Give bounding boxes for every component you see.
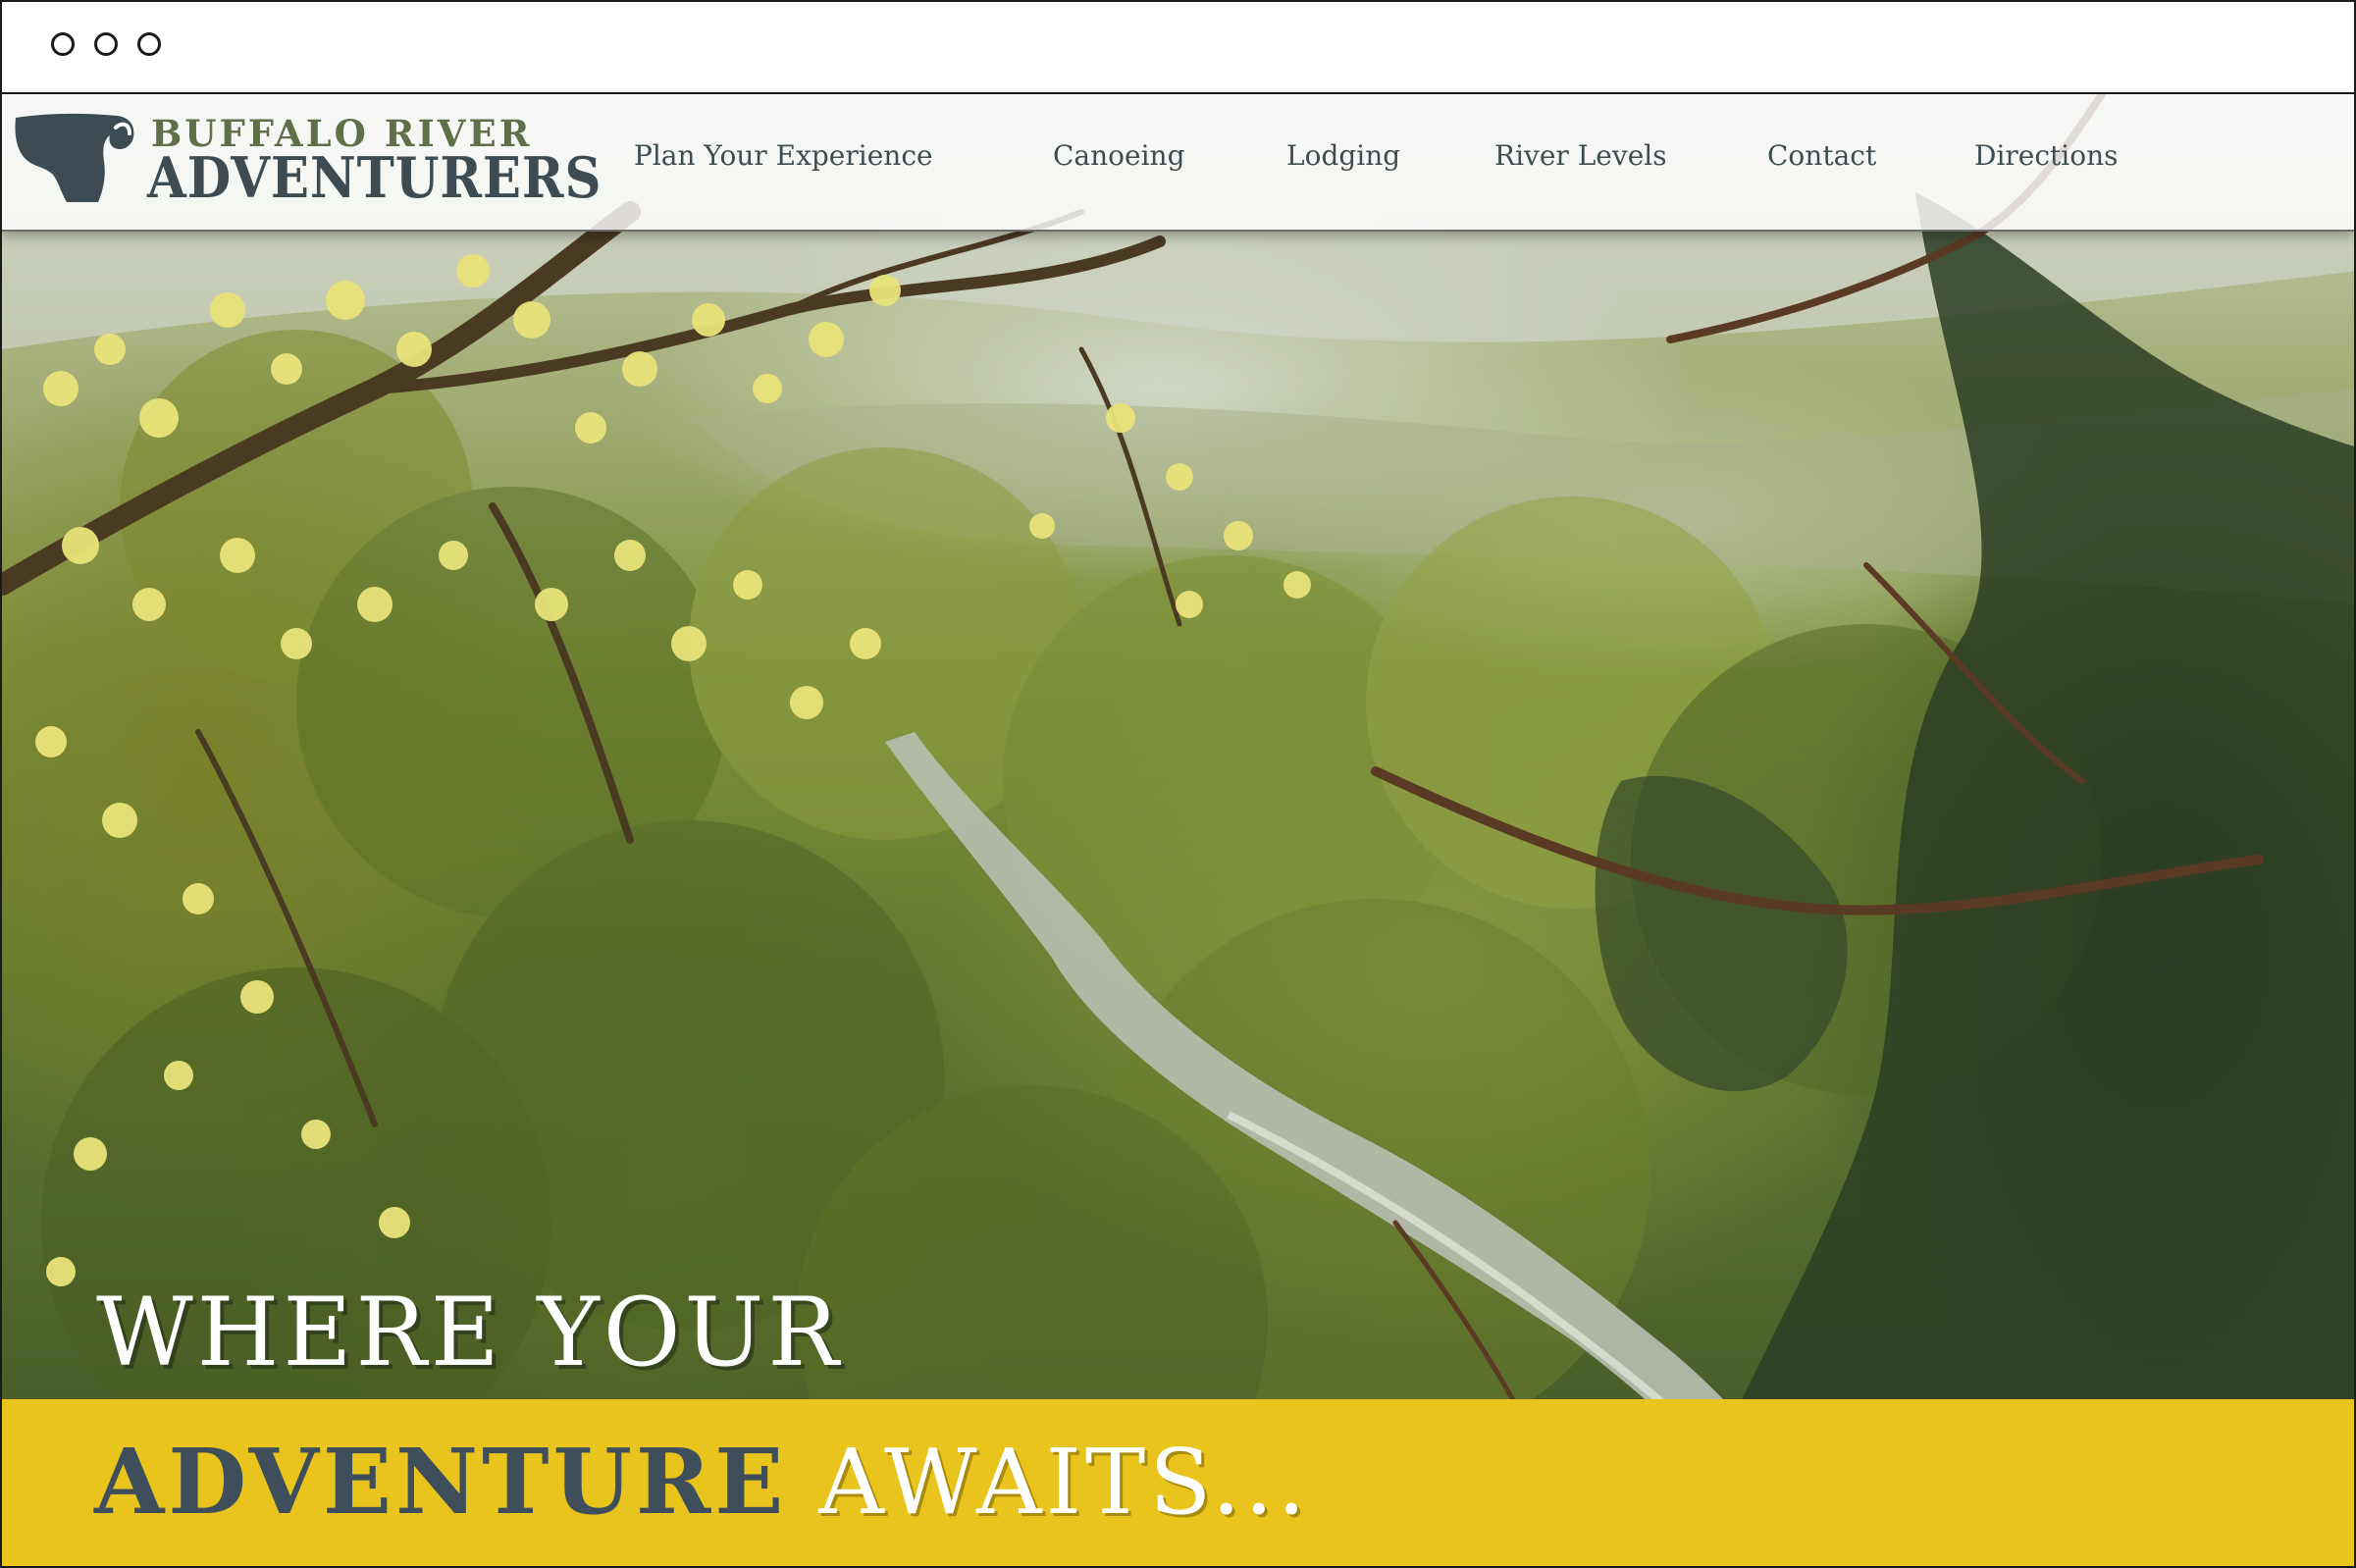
nav-link-canoeing[interactable]: Canoeing (1053, 139, 1185, 172)
main-navigation: Plan Your Experience Canoeing Lodging Ri… (2, 94, 2354, 232)
hero-headline-line-1: WHERE YOUR (96, 1278, 843, 1387)
hero-headline-tail: AWAITS... (818, 1430, 1310, 1535)
hero-headline-banner: ADVENTURE AWAITS... (2, 1399, 2354, 1566)
hero-headline-emphasis: ADVENTURE (94, 1429, 788, 1535)
nav-link-contact[interactable]: Contact (1767, 139, 1876, 172)
nav-link-lodging[interactable]: Lodging (1286, 139, 1400, 172)
nav-link-plan-your-experience[interactable]: Plan Your Experience (634, 139, 933, 172)
window-minimize-button[interactable] (94, 32, 118, 56)
nav-link-river-levels[interactable]: River Levels (1494, 139, 1667, 172)
window-close-button[interactable] (51, 32, 75, 56)
site-header: BUFFALO RIVER ADVENTURERS Plan Your Expe… (2, 94, 2354, 232)
browser-window: BUFFALO RIVER ADVENTURERS Plan Your Expe… (0, 0, 2356, 1568)
nav-link-directions[interactable]: Directions (1974, 139, 2119, 172)
window-maximize-button[interactable] (137, 32, 161, 56)
hero-headline-line-2: ADVENTURE AWAITS... (94, 1429, 1310, 1535)
browser-title-bar (2, 2, 2354, 94)
